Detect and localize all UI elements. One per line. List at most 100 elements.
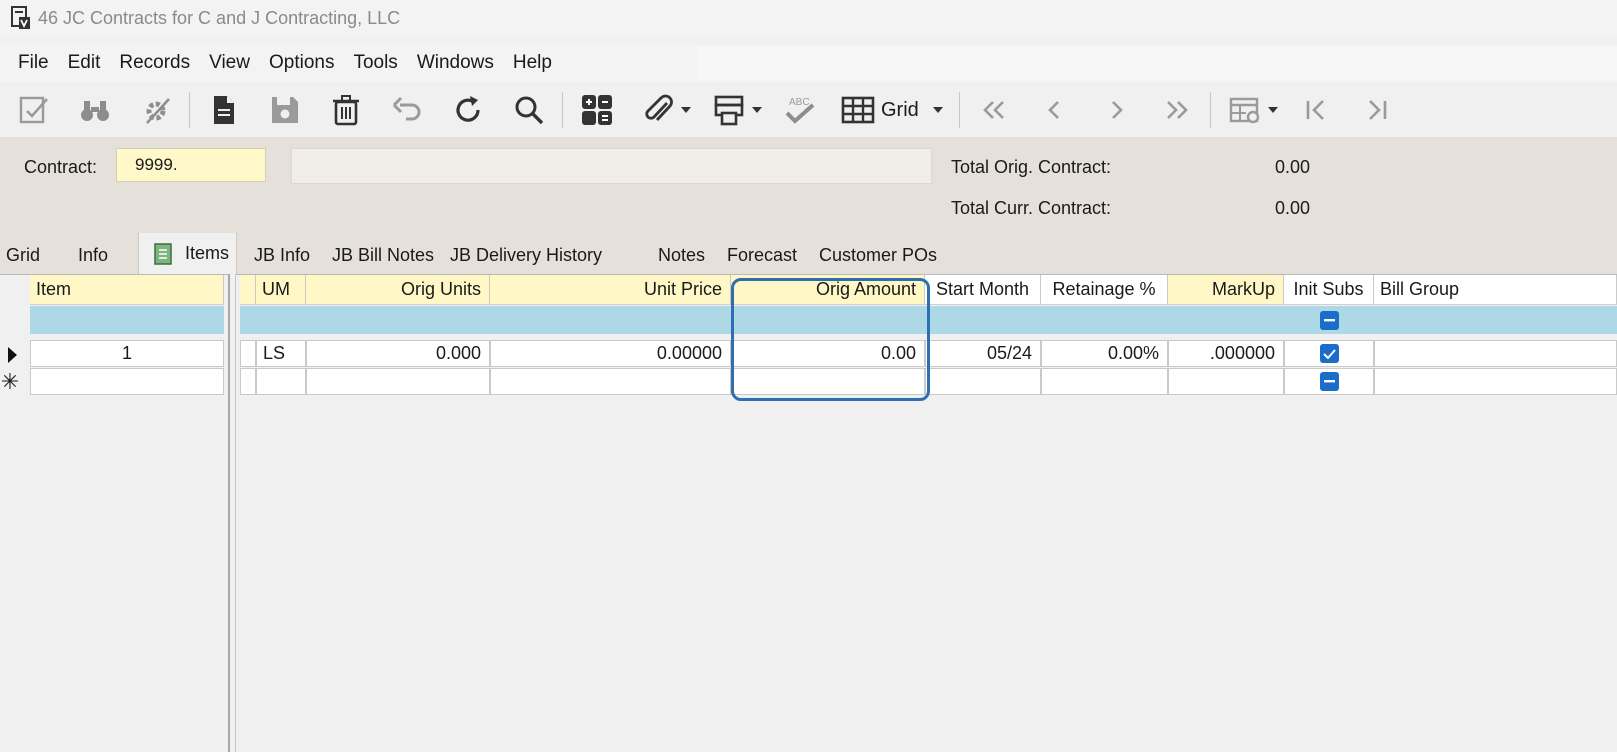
cell-bill-group[interactable] xyxy=(1374,340,1617,367)
new-row-cell-unit-price[interactable] xyxy=(490,368,731,395)
new-document-icon[interactable] xyxy=(204,90,244,130)
save-icon[interactable] xyxy=(265,90,305,130)
refresh-icon[interactable] xyxy=(448,90,488,130)
tab-customer-pos[interactable]: Customer POs xyxy=(819,236,937,274)
column-header-bill-group[interactable]: Bill Group xyxy=(1374,275,1617,305)
tab-grid[interactable]: Grid xyxy=(6,236,40,274)
tab-items[interactable]: Items xyxy=(138,233,237,274)
cell-unit-price[interactable]: 0.00000 xyxy=(490,340,731,367)
menu-records[interactable]: Records xyxy=(119,52,205,74)
cell-retainage[interactable]: 0.00% xyxy=(1041,340,1168,367)
menu-bar-strip xyxy=(697,46,1617,80)
app-icon xyxy=(11,6,30,29)
grid-view-button[interactable]: Grid xyxy=(841,95,943,125)
delete-icon[interactable] xyxy=(326,90,366,130)
new-row-cell-orig-amount[interactable] xyxy=(731,368,925,395)
column-header-retainage[interactable]: Retainage % xyxy=(1041,275,1168,305)
new-row-cell-um[interactable] xyxy=(256,368,306,395)
cell-item[interactable]: 1 xyxy=(30,340,224,367)
tab-notes[interactable]: Notes xyxy=(658,236,705,274)
cell-init-subs[interactable] xyxy=(1284,340,1374,367)
next-record-icon[interactable] xyxy=(1096,90,1136,130)
spellcheck-icon[interactable]: ABC xyxy=(780,90,820,130)
menu-edit[interactable]: Edit xyxy=(68,52,116,74)
tab-jb-info[interactable]: JB Info xyxy=(254,236,310,274)
menu-windows[interactable]: Windows xyxy=(417,52,509,74)
filter-cell-item[interactable] xyxy=(30,306,224,334)
cell-orig-amount[interactable]: 0.00 xyxy=(731,340,925,367)
new-row-indicator-icon: ✳ xyxy=(0,369,20,394)
column-header-start-month[interactable]: Start Month xyxy=(925,275,1041,305)
tab-info[interactable]: Info xyxy=(78,236,108,274)
last-record-icon[interactable] xyxy=(1157,90,1197,130)
indeterminate-checkbox-icon xyxy=(1319,310,1339,330)
filter-init-subs-checkbox[interactable] xyxy=(1318,309,1340,331)
toolbar-separator xyxy=(958,92,960,128)
contract-input[interactable]: 9999. xyxy=(116,148,266,182)
binoculars-icon[interactable] xyxy=(75,90,115,130)
new-row-cell-init-subs[interactable] xyxy=(1284,368,1374,395)
cell-orig-units[interactable]: 0.000 xyxy=(306,340,490,367)
column-header-unit-price[interactable]: Unit Price xyxy=(490,275,731,305)
cell-um[interactable]: LS xyxy=(256,340,306,367)
checked-checkbox-icon xyxy=(1319,344,1339,363)
column-header-markup[interactable]: MarkUp xyxy=(1168,275,1284,305)
column-header-um[interactable]: UM xyxy=(256,275,306,305)
menu-help[interactable]: Help xyxy=(513,52,567,74)
attach-icon[interactable] xyxy=(638,90,678,130)
tab-forecast[interactable]: Forecast xyxy=(727,236,797,274)
indeterminate-checkbox-icon xyxy=(1319,372,1339,391)
grid-button-label: Grid xyxy=(881,98,919,121)
previous-record-icon[interactable] xyxy=(1035,90,1075,130)
column-header-item[interactable]: Item xyxy=(30,275,224,305)
last-page-icon[interactable] xyxy=(1357,90,1397,130)
cell-markup[interactable]: .000000 xyxy=(1168,340,1284,367)
toolbar-separator xyxy=(1209,92,1211,128)
column-header-orig-units[interactable]: Orig Units xyxy=(306,275,490,305)
cell-start-month[interactable]: 05/24 xyxy=(925,340,1041,367)
print-icon[interactable] xyxy=(709,90,749,130)
settings-gear-icon[interactable] xyxy=(136,90,176,130)
calculator-icon[interactable] xyxy=(577,90,617,130)
new-row-cell-start-month[interactable] xyxy=(925,368,1041,395)
current-row-indicator-icon xyxy=(2,342,22,368)
first-page-icon[interactable] xyxy=(1296,90,1336,130)
column-header-init-subs[interactable]: Init Subs xyxy=(1284,275,1374,305)
tab-jb-delivery-history[interactable]: JB Delivery History xyxy=(450,236,602,274)
pane-splitter[interactable] xyxy=(228,274,236,752)
menu-file[interactable]: File xyxy=(18,52,64,74)
new-row-cell-bill-group[interactable] xyxy=(1374,368,1617,395)
toolbar-separator xyxy=(189,92,190,128)
new-row-cell-orig-units[interactable] xyxy=(306,368,490,395)
new-row-cell-item[interactable] xyxy=(30,368,224,395)
edit-icon[interactable] xyxy=(14,90,54,130)
new-row-cell-retainage[interactable] xyxy=(1041,368,1168,395)
contract-description-field[interactable] xyxy=(291,148,932,184)
title-bar: 46 JC Contracts for C and J Contracting,… xyxy=(0,0,1617,36)
attach-dropdown-caret-icon[interactable] xyxy=(681,105,691,115)
print-dropdown-caret-icon[interactable] xyxy=(752,105,762,115)
search-icon[interactable] xyxy=(509,90,549,130)
menu-bar: File Edit Records View Options Tools Win… xyxy=(0,44,1617,82)
menu-options[interactable]: Options xyxy=(269,52,349,74)
grid-dropdown-caret-icon xyxy=(932,107,943,113)
window-title: 46 JC Contracts for C and J Contracting,… xyxy=(38,7,401,28)
table-settings-icon[interactable] xyxy=(1225,90,1265,130)
menu-view[interactable]: View xyxy=(209,52,265,74)
tab-jb-bill-notes[interactable]: JB Bill Notes xyxy=(332,236,434,274)
total-orig-contract-label: Total Orig. Contract: xyxy=(951,157,1112,177)
new-row-spacer xyxy=(240,368,256,395)
filter-row[interactable] xyxy=(240,306,1617,334)
column-header-orig-amount[interactable]: Orig Amount xyxy=(731,275,925,305)
total-orig-contract-value: 0.00 xyxy=(1275,157,1311,177)
items-tab-icon xyxy=(154,242,172,265)
menu-tools[interactable]: Tools xyxy=(353,52,412,74)
first-record-icon[interactable] xyxy=(974,90,1014,130)
tab-items-label: Items xyxy=(185,243,230,263)
total-curr-contract-label: Total Curr. Contract: xyxy=(951,198,1112,218)
new-row-cell-markup[interactable] xyxy=(1168,368,1284,395)
contract-label: Contract: xyxy=(24,157,98,177)
table-settings-caret-icon[interactable] xyxy=(1267,105,1278,115)
undo-icon[interactable] xyxy=(387,90,427,130)
grid-icon xyxy=(841,96,875,124)
